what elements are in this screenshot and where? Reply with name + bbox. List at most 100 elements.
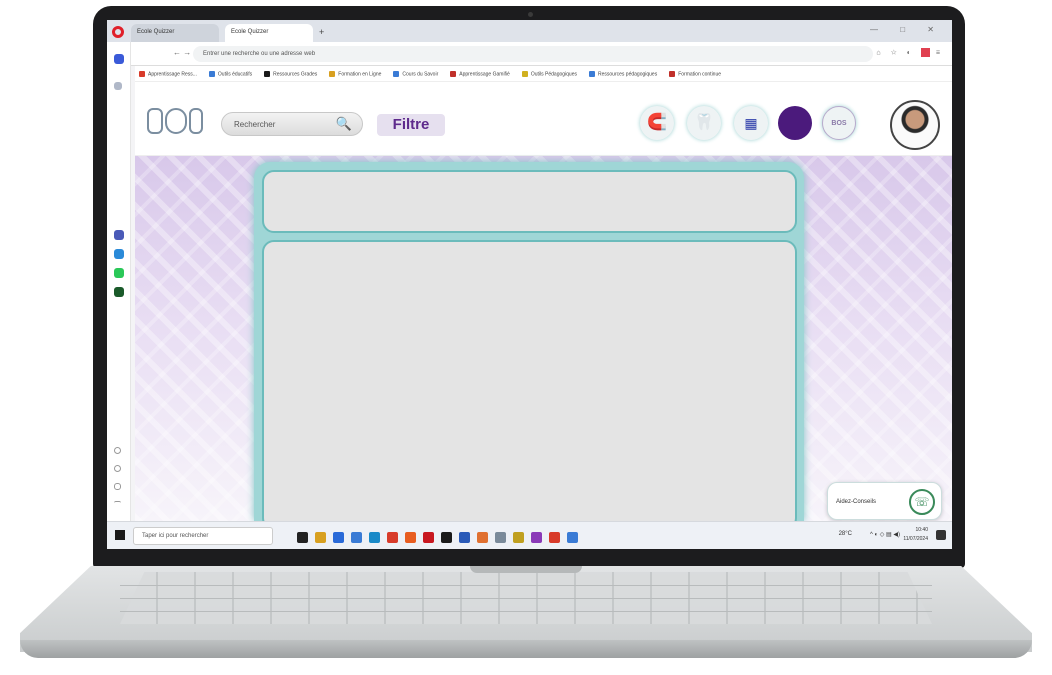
sidebar-settings-icon[interactable] (114, 483, 121, 490)
magnet-icon[interactable]: 🧲 (640, 106, 674, 140)
taskbar-app-icon[interactable] (333, 532, 344, 544)
weather-badge[interactable]: 28°C (839, 531, 852, 537)
bos-plus-icon[interactable]: BOS (822, 106, 856, 140)
taskbar-app-icon[interactable] (351, 532, 362, 544)
bookmark-label: Ressources pédagogiques (598, 71, 658, 78)
bookmark-favicon-icon (208, 71, 215, 77)
chat-widget[interactable]: Aidez-Conseils ☏ (827, 482, 942, 520)
taskbar-app-icon[interactable] (387, 532, 398, 544)
taskbar-app-icon[interactable] (441, 532, 452, 544)
taskbar-app-icon[interactable] (405, 532, 416, 544)
bookmark-item[interactable]: Apprentissage Gamifié (450, 71, 510, 77)
sidebar-history-icon[interactable] (114, 447, 121, 454)
taskbar-app-icon[interactable] (477, 532, 488, 544)
windows-start-icon[interactable] (115, 530, 125, 540)
filter-button[interactable]: Filtre (377, 114, 445, 136)
taskbar-app-icon[interactable] (369, 532, 380, 544)
taskbar-app-icon[interactable] (297, 532, 308, 544)
laptop-base-edge (20, 640, 1032, 658)
url-input[interactable]: Entrer une recherche ou une adresse web (193, 46, 873, 62)
bookmark-favicon-icon (329, 71, 336, 77)
notification-icon[interactable] (936, 530, 946, 540)
bookmark-label: Formation continue (678, 71, 722, 78)
bookmark-label: Outils Pédagogiques (530, 71, 577, 78)
main-card (262, 240, 797, 530)
taskbar-app-icon[interactable] (549, 532, 560, 544)
taskbar-app-icon[interactable] (315, 532, 326, 544)
tooth-icon[interactable]: 🦷 (687, 106, 721, 140)
logo-shape (147, 108, 163, 134)
logo-shape (189, 108, 203, 134)
bookmark-item[interactable]: Outils éducatifs (208, 71, 253, 78)
bookmark-favicon-icon (450, 71, 457, 77)
sidebar-more-icon[interactable] (114, 501, 121, 505)
screen: Ecole Quizzer Ecole Quizzer + — □ ✕ ← → … (107, 20, 952, 549)
taskbar-apps (297, 529, 585, 547)
bookmark-label: Outils éducatifs (217, 71, 253, 78)
taskbar-search-input[interactable]: Taper ici pour rechercher (133, 527, 273, 545)
web-page: Rechercher 🔍 Filtre 🧲 🦷 ▦ BOS Aidez-Cons… (135, 82, 952, 530)
sidebar-app-icon[interactable] (114, 230, 124, 240)
search-placeholder: Rechercher (234, 120, 276, 129)
browser-tab-active[interactable]: Ecole Quizzer (225, 24, 313, 42)
taskbar: Taper ici pour rechercher 28°C ^ ◐ ◇ ▤ ◀… (107, 521, 952, 549)
taskbar-app-icon[interactable] (459, 532, 470, 544)
opera-logo-icon[interactable] (112, 26, 124, 38)
browser-tab[interactable]: Ecole Quizzer (131, 24, 219, 42)
tab-bar: Ecole Quizzer Ecole Quizzer + — □ ✕ (107, 20, 952, 42)
window-controls[interactable]: — □ ✕ (870, 25, 944, 34)
dark-circle-icon[interactable] (778, 106, 812, 140)
bookmark-favicon-icon (669, 71, 676, 77)
bookmarks-bar: Apprentissage Ress... Outils éducatifs Res… (135, 66, 952, 82)
bookmark-favicon-icon (521, 71, 528, 77)
keyboard-row (120, 611, 932, 612)
bookmark-favicon-icon (264, 71, 271, 77)
lid-notch (470, 566, 582, 573)
taskbar-app-icon[interactable] (531, 532, 542, 544)
top-card (262, 170, 797, 233)
keyboard-row (120, 585, 932, 586)
taskbar-app-icon[interactable] (513, 532, 524, 544)
browser-sidebar (107, 42, 131, 521)
phone-icon[interactable]: ☏ (909, 489, 935, 515)
bookmark-favicon-icon (393, 71, 400, 77)
search-icon[interactable]: 🔍 (336, 116, 352, 132)
sidebar-messenger-icon[interactable] (114, 249, 124, 259)
sidebar-home-icon[interactable] (114, 54, 124, 64)
bookmark-favicon-icon (139, 71, 145, 77)
sidebar-clock-icon[interactable] (114, 465, 121, 472)
board-icon[interactable]: ▦ (734, 106, 768, 140)
chat-widget-label: Aidez-Conseils (836, 499, 877, 505)
bookmark-label: Ressources Grades (273, 71, 318, 78)
search-input[interactable]: Rechercher 🔍 (221, 112, 363, 136)
bookmark-item[interactable]: Formation continue (669, 71, 721, 77)
bookmark-item[interactable]: Cours du Savoir (393, 71, 438, 77)
bookmark-item[interactable]: Ressources Grades (264, 71, 317, 77)
bookmark-label: Apprentissage Gamifié (459, 71, 510, 78)
bookmark-item[interactable]: Apprentissage Ress... (139, 71, 197, 77)
new-tab-button[interactable]: + (319, 27, 324, 37)
system-tray[interactable]: ^ ◐ ◇ ▤ ◀) (870, 531, 900, 538)
bookmark-label: Apprentissage Ress... (148, 71, 197, 78)
bookmark-item[interactable]: Outils Pédagogiques (521, 71, 577, 78)
sidebar-whatsapp-icon[interactable] (114, 268, 124, 278)
site-header: Rechercher 🔍 Filtre 🧲 🦷 ▦ BOS (135, 82, 952, 156)
webcam (528, 12, 533, 17)
taskbar-app-icon[interactable] (567, 532, 578, 544)
taskbar-app-icon[interactable] (495, 532, 506, 544)
bookmark-label: Cours du Savoir (402, 71, 439, 78)
extension-icon[interactable] (920, 48, 930, 57)
clock-date: 11/07/2024 (903, 536, 928, 542)
sidebar-spotify-icon[interactable] (114, 287, 124, 297)
taskbar-app-icon[interactable] (423, 532, 434, 544)
address-bar-row: ← → C Entrer une recherche ou une adress… (107, 42, 952, 66)
logo-shape (165, 108, 187, 134)
bookmark-label: Formation en Ligne (338, 71, 382, 78)
bookmark-item[interactable]: Formation en Ligne (329, 71, 381, 77)
extensions-area[interactable]: ⌂ ☆ ◐ ≡ (876, 48, 944, 57)
sidebar-speeddial-icon[interactable] (114, 82, 122, 90)
taskbar-clock[interactable]: 10:40 11/07/2024 (903, 526, 928, 544)
bookmark-item[interactable]: Ressources pédagogiques (589, 71, 657, 77)
site-logo[interactable] (147, 108, 211, 138)
user-avatar[interactable] (890, 100, 940, 150)
